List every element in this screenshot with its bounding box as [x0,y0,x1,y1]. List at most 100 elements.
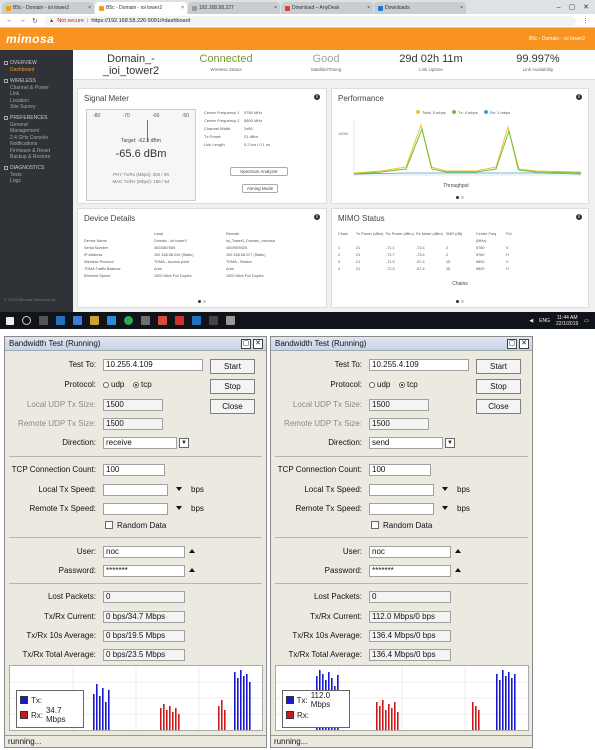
browser-menu-icon[interactable]: ⋮ [582,17,595,25]
start-button[interactable]: Start [210,359,255,374]
clock[interactable]: 11:44 AM 22/1/2019 [556,315,578,327]
forward-icon[interactable]: → [19,17,26,25]
direction-select[interactable]: receive [103,437,177,449]
info-icon[interactable]: i [576,214,582,220]
table-row: TDMA Traffic Balance Auto Auto [84,267,234,271]
info-icon[interactable]: i [314,94,320,100]
tab-close-icon[interactable]: × [274,2,277,14]
local-udp-field[interactable]: 1500 [103,399,163,411]
test-to-input[interactable]: 10.255.4.109 [369,359,469,371]
remote-udp-field[interactable]: 1500 [103,418,163,430]
local-speed-input[interactable] [103,484,168,496]
protocol-udp-radio[interactable]: udp [369,380,390,389]
restore-icon[interactable]: ▢ [507,338,517,349]
legend-rx-swatch [484,110,488,114]
phy-rate: PHY Tx/Rx (Mbps): 260 / 90 [112,172,170,177]
tab-close-icon[interactable]: × [88,2,91,14]
restore-icon[interactable]: ▢ [241,338,251,349]
reload-icon[interactable]: ↻ [32,17,38,25]
local-speed-input[interactable] [369,484,434,496]
close-icon[interactable]: ✕ [519,338,529,349]
browser-tab[interactable]: 192.168.58.227 × [188,2,280,14]
browser-tab[interactable]: Downloads × [374,2,466,14]
protocol-udp-radio[interactable]: udp [103,380,124,389]
url-field[interactable]: ▲ Not secure | https://192.168.58.226:90… [43,15,576,26]
dropdown-arrow-icon[interactable] [176,487,182,491]
browser-tab-active[interactable]: B5c - Domain - ioi tower2 × [95,2,187,14]
start-button[interactable]: Start [476,359,521,374]
anydesk-icon[interactable] [158,316,167,325]
tcp-count-input[interactable]: 100 [369,464,431,476]
mimosa-logo[interactable]: mimosa [0,32,54,46]
carousel-dots[interactable] [456,300,464,303]
tcp-count-input[interactable]: 100 [103,464,165,476]
carousel-dots[interactable] [456,196,464,199]
aiming-mode-button[interactable]: Aiming Mode [242,184,278,193]
minimize-icon[interactable]: – [557,4,561,11]
protocol-label: Protocol: [64,380,96,389]
protocol-tcp-radio[interactable]: tcp [133,380,152,389]
app-icon[interactable] [226,316,235,325]
gear-icon[interactable] [209,316,218,325]
chrome-icon[interactable] [124,316,133,325]
legend-tx: Tx: 4 mbps [458,110,478,115]
password-input[interactable]: ******* [369,565,451,577]
close-button[interactable]: Close [210,399,255,414]
series-total [353,123,582,174]
dropdown-arrow-icon[interactable] [442,506,448,510]
folder-icon[interactable] [90,316,99,325]
test-to-input[interactable]: 10.255.4.109 [103,359,203,371]
search-icon[interactable] [22,316,31,325]
outlook-icon[interactable] [56,316,65,325]
window-title-bar[interactable]: Bandwidth Test (Running) ▢ ✕ [271,337,532,351]
stop-button[interactable]: Stop [476,379,521,394]
close-window-icon[interactable]: ✕ [583,3,589,11]
user-input[interactable]: noc [369,546,451,558]
remote-udp-field[interactable]: 1500 [369,418,429,430]
start-icon[interactable] [6,316,14,325]
pdf-icon[interactable] [175,316,184,325]
browser-tab[interactable]: B5c - Domain - ioi tower2 × [2,2,94,14]
volume-icon[interactable]: ◀ [529,318,533,324]
collapse-arrow-icon[interactable] [455,568,461,572]
collapse-arrow-icon[interactable] [455,549,461,553]
tab-close-icon[interactable]: × [367,2,370,14]
close-icon[interactable]: ✕ [253,338,263,349]
back-icon[interactable]: ← [6,17,13,25]
user-menu[interactable]: B5c - Domain - ioi tower2 [529,36,595,42]
dropdown-arrow-icon[interactable]: ▼ [179,438,189,448]
user-input[interactable]: noc [103,546,185,558]
notification-icon[interactable]: ▭ [584,318,589,324]
dropdown-arrow-icon[interactable]: ▼ [445,438,455,448]
maximize-icon[interactable]: ▢ [569,3,576,11]
window-title-bar[interactable]: Bandwidth Test (Running) ▢ ✕ [5,337,266,351]
language-indicator[interactable]: ENG [539,318,550,324]
dropdown-arrow-icon[interactable] [176,506,182,510]
protocol-tcp-radio[interactable]: tcp [399,380,418,389]
spectrum-analyzer-button[interactable]: Spectrum Analyzer [230,167,288,176]
random-data-checkbox[interactable] [371,521,379,529]
remote-speed-input[interactable] [103,503,168,515]
close-button[interactable]: Close [476,399,521,414]
collapse-arrow-icon[interactable] [189,549,195,553]
remote-speed-input[interactable] [369,503,434,515]
collapse-arrow-icon[interactable] [189,568,195,572]
stop-button[interactable]: Stop [210,379,255,394]
edge-icon[interactable] [107,316,116,325]
random-data-checkbox[interactable] [105,521,113,529]
local-udp-field[interactable]: 1500 [369,399,429,411]
browser-tab[interactable]: Download – AnyDesk × [281,2,373,14]
sidebar-item-logs[interactable]: Logs [0,178,73,185]
app-icon[interactable] [192,316,201,325]
task-view-icon[interactable] [39,316,48,325]
word-icon[interactable] [73,316,82,325]
info-icon[interactable]: i [314,214,320,220]
direction-select[interactable]: send [369,437,443,449]
dropdown-arrow-icon[interactable] [442,487,448,491]
tab-close-icon[interactable]: × [460,2,463,14]
carousel-dots[interactable] [198,300,206,303]
password-input[interactable]: ******* [103,565,185,577]
app-icon[interactable] [141,316,150,325]
tab-close-icon[interactable]: × [181,2,184,14]
info-icon[interactable]: i [576,94,582,100]
